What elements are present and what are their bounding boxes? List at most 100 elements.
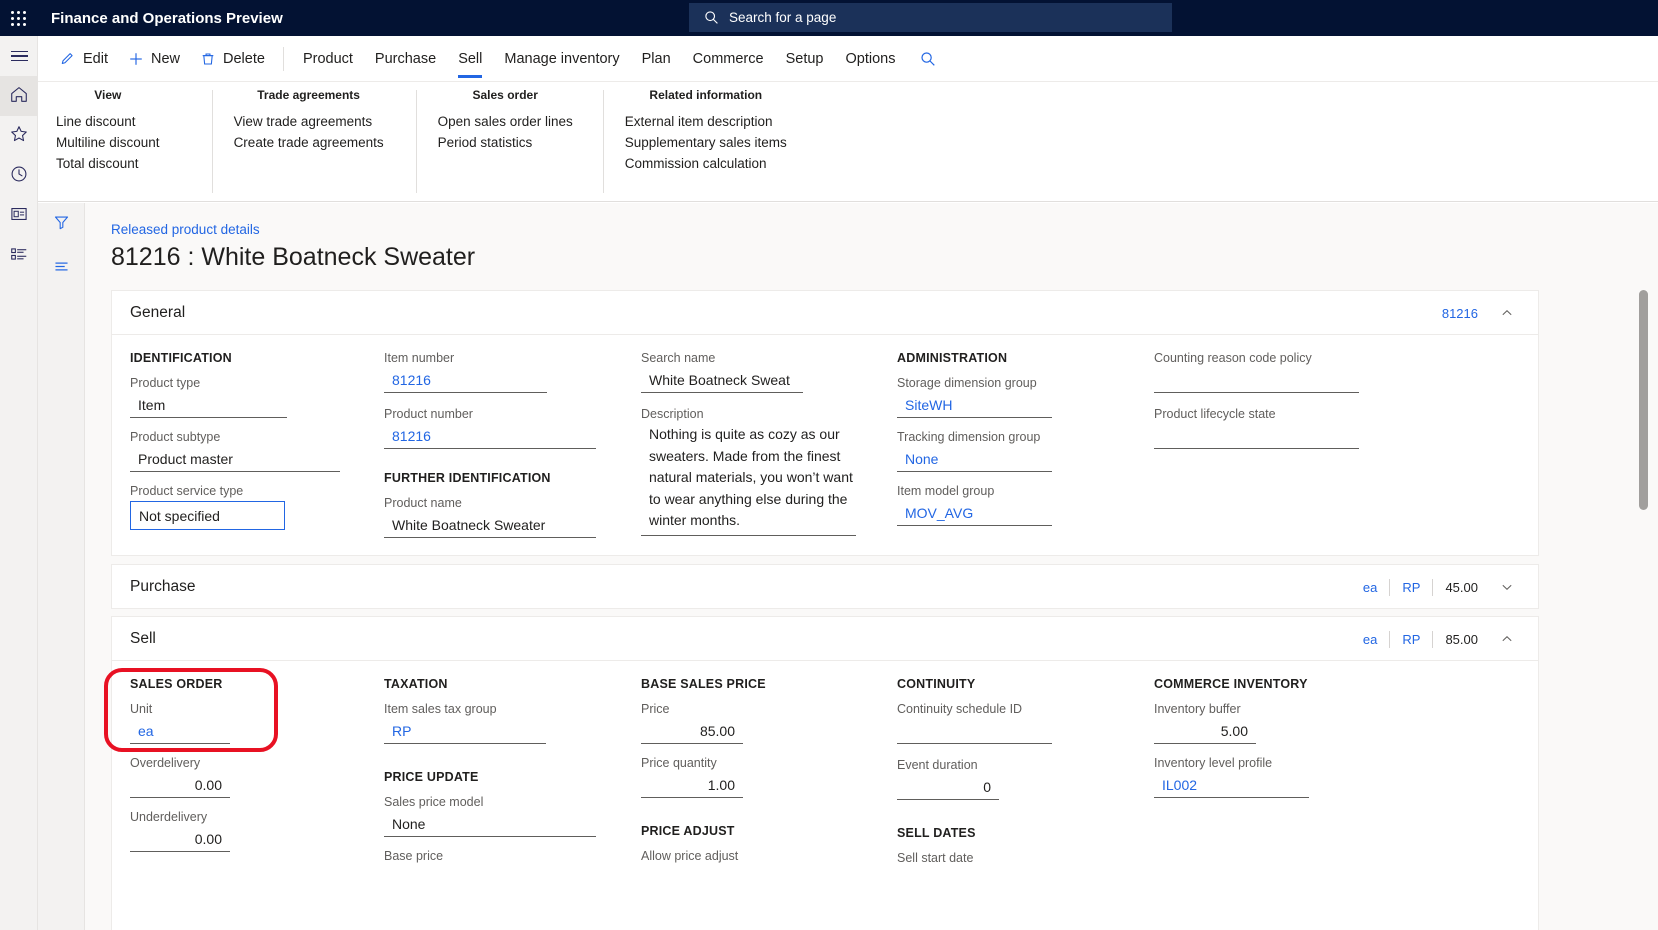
- chevron-up-icon[interactable]: [1490, 306, 1524, 320]
- product-number-field[interactable]: Product number 81216: [384, 407, 599, 449]
- ribbon-link-period-statistics[interactable]: Period statistics: [438, 132, 573, 153]
- rail-item-workspaces[interactable]: [0, 196, 38, 236]
- tab-options[interactable]: Options: [834, 36, 906, 82]
- item-model-group-value[interactable]: MOV_AVG: [897, 501, 1052, 526]
- storage-dimension-group-field[interactable]: Storage dimension group SiteWH: [897, 376, 1062, 418]
- price-quantity-field[interactable]: Price quantity 1.00: [641, 756, 846, 798]
- ribbon-link-total-discount[interactable]: Total discount: [56, 153, 160, 174]
- tab-sell[interactable]: Sell: [447, 36, 493, 82]
- underdelivery-field[interactable]: Underdelivery 0.00: [130, 810, 335, 852]
- rail-item-modules[interactable]: [0, 236, 38, 276]
- general-summary-item-number[interactable]: 81216: [1430, 306, 1490, 321]
- product-type-field[interactable]: Product type Item: [130, 376, 335, 418]
- continuity-schedule-id-value[interactable]: [897, 719, 1052, 744]
- inventory-buffer-value[interactable]: 5.00: [1154, 719, 1256, 744]
- tracking-dimension-group-value[interactable]: None: [897, 447, 1052, 472]
- general-section-header[interactable]: General 81216: [112, 291, 1538, 335]
- command-search-icon[interactable]: [920, 51, 936, 67]
- inventory-level-profile-field[interactable]: Inventory level profile IL002: [1154, 756, 1359, 798]
- related-info-pane-button[interactable]: [38, 247, 85, 291]
- nav-toggle-button[interactable]: [0, 36, 38, 76]
- vertical-scrollbar[interactable]: [1639, 290, 1648, 510]
- product-service-type-field[interactable]: Product service type Not specified: [130, 484, 335, 530]
- storage-dimension-group-value[interactable]: SiteWH: [897, 393, 1052, 418]
- app-launcher-icon[interactable]: [0, 0, 36, 36]
- continuity-schedule-id-field[interactable]: Continuity schedule ID: [897, 702, 1102, 744]
- sell-section-header[interactable]: Sell ea RP 85.00: [112, 617, 1538, 661]
- purchase-section-header[interactable]: Purchase ea RP 45.00: [112, 565, 1538, 609]
- sales-price-model-field[interactable]: Sales price model None: [384, 795, 596, 837]
- new-button[interactable]: New: [118, 36, 190, 82]
- continuity-schedule-id-label: Continuity schedule ID: [897, 702, 1023, 716]
- tab-setup[interactable]: Setup: [775, 36, 835, 82]
- chevron-up-icon[interactable]: [1490, 632, 1524, 646]
- price-quantity-value[interactable]: 1.00: [641, 773, 743, 798]
- tab-product[interactable]: Product: [292, 36, 364, 82]
- modules-list-icon: [9, 244, 29, 269]
- global-search-input[interactable]: Search for a page: [689, 3, 1172, 32]
- overdelivery-value[interactable]: 0.00: [130, 773, 230, 798]
- product-subtype-field[interactable]: Product subtype Product master: [130, 430, 340, 472]
- breadcrumb[interactable]: Released product details: [111, 222, 260, 237]
- tab-commerce[interactable]: Commerce: [682, 36, 775, 82]
- ribbon-link-commission-calculation[interactable]: Commission calculation: [625, 153, 787, 174]
- ribbon-link-create-trade-agreements[interactable]: Create trade agreements: [234, 132, 384, 153]
- general-column-administration: ADMINISTRATION Storage dimension group S…: [897, 351, 1062, 538]
- sales-price-model-value[interactable]: None: [384, 812, 596, 837]
- rail-item-home[interactable]: [0, 76, 38, 116]
- tracking-dimension-group-field[interactable]: Tracking dimension group None: [897, 430, 1062, 472]
- search-name-field[interactable]: Search name White Boatneck Sweat: [641, 351, 856, 393]
- tab-purchase[interactable]: Purchase: [364, 36, 447, 82]
- inventory-level-profile-label: Inventory level profile: [1154, 756, 1273, 770]
- product-name-value[interactable]: White Boatneck Sweater: [384, 513, 596, 538]
- event-duration-field[interactable]: Event duration 0: [897, 758, 1102, 800]
- underdelivery-label: Underdelivery: [130, 810, 208, 824]
- overdelivery-field[interactable]: Overdelivery 0.00: [130, 756, 335, 798]
- app-title: Finance and Operations Preview: [51, 9, 283, 27]
- event-duration-value[interactable]: 0: [897, 775, 999, 800]
- product-type-value[interactable]: Item: [130, 393, 287, 418]
- price-value[interactable]: 85.00: [641, 719, 743, 744]
- product-name-field[interactable]: Product name White Boatneck Sweater: [384, 496, 599, 538]
- ribbon-link-line-discount[interactable]: Line discount: [56, 111, 160, 132]
- filter-pane-button[interactable]: [38, 203, 85, 247]
- sales-order-unit-field[interactable]: Unit ea: [130, 702, 335, 744]
- product-lifecycle-state-field[interactable]: Product lifecycle state: [1154, 407, 1359, 449]
- rail-item-favorites[interactable]: [0, 116, 38, 156]
- product-subtype-value[interactable]: Product master: [130, 447, 340, 472]
- underdelivery-value[interactable]: 0.00: [130, 827, 230, 852]
- inventory-buffer-field[interactable]: Inventory buffer 5.00: [1154, 702, 1359, 744]
- product-lifecycle-state-value[interactable]: [1154, 424, 1359, 449]
- item-number-value[interactable]: 81216: [384, 368, 547, 393]
- description-value[interactable]: Nothing is quite as cozy as our sweaters…: [641, 424, 856, 536]
- ribbon-link-multiline-discount[interactable]: Multiline discount: [56, 132, 160, 153]
- rail-item-recent[interactable]: [0, 156, 38, 196]
- edit-button[interactable]: Edit: [50, 36, 118, 82]
- ribbon-link-open-sales-order-lines[interactable]: Open sales order lines: [438, 111, 573, 132]
- product-lifecycle-state-label: Product lifecycle state: [1154, 407, 1276, 421]
- counting-reason-code-policy-value[interactable]: [1154, 368, 1359, 393]
- search-name-value[interactable]: White Boatneck Sweat: [641, 368, 803, 393]
- tab-plan[interactable]: Plan: [631, 36, 682, 82]
- item-number-field[interactable]: Item number 81216: [384, 351, 599, 393]
- unit-value[interactable]: ea: [130, 719, 230, 744]
- ribbon-link-external-item-description[interactable]: External item description: [625, 111, 787, 132]
- product-service-type-value[interactable]: Not specified: [130, 501, 285, 530]
- delete-button[interactable]: Delete: [190, 36, 275, 82]
- tab-manage-inventory[interactable]: Manage inventory: [493, 36, 630, 82]
- sell-summary-tax-group[interactable]: RP: [1390, 632, 1432, 647]
- item-sales-tax-group-value[interactable]: RP: [384, 719, 546, 744]
- ribbon-link-supplementary-sales-items[interactable]: Supplementary sales items: [625, 132, 787, 153]
- chevron-down-icon[interactable]: [1490, 580, 1524, 594]
- product-number-value[interactable]: 81216: [384, 424, 596, 449]
- description-field[interactable]: Description Nothing is quite as cozy as …: [641, 407, 856, 536]
- ribbon-link-view-trade-agreements[interactable]: View trade agreements: [234, 111, 384, 132]
- price-field[interactable]: Price 85.00: [641, 702, 846, 744]
- item-model-group-field[interactable]: Item model group MOV_AVG: [897, 484, 1062, 526]
- sell-summary-unit[interactable]: ea: [1351, 632, 1389, 647]
- inventory-level-profile-value[interactable]: IL002: [1154, 773, 1309, 798]
- purchase-summary-unit[interactable]: ea: [1351, 580, 1389, 595]
- purchase-summary-tax-group[interactable]: RP: [1390, 580, 1432, 595]
- item-sales-tax-group-field[interactable]: Item sales tax group RP: [384, 702, 589, 744]
- counting-reason-code-policy-field[interactable]: Counting reason code policy: [1154, 351, 1359, 393]
